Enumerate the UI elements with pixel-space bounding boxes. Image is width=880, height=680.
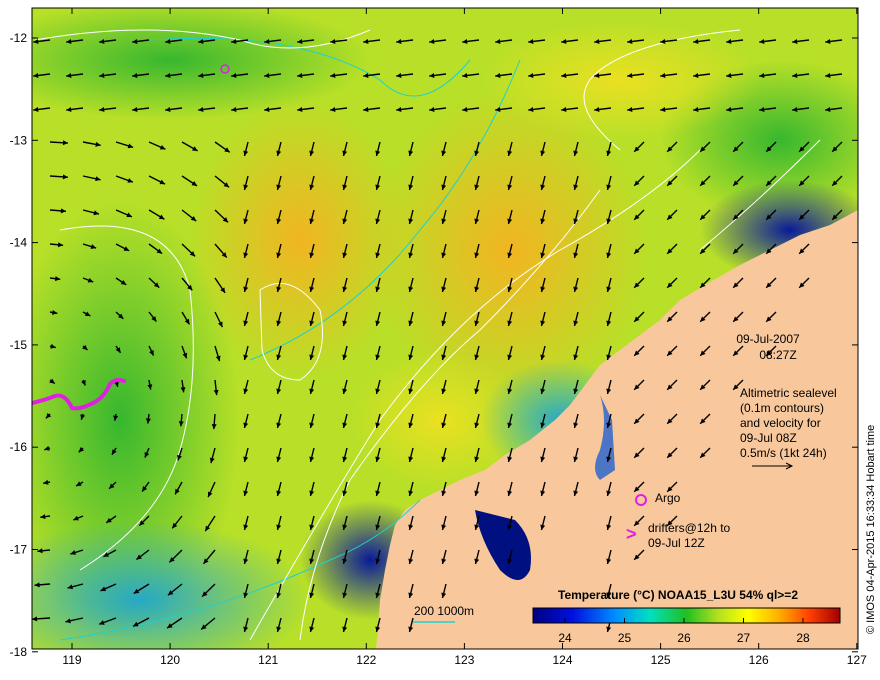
drifter-legend-line-1: drifters@12h to (648, 521, 731, 535)
colorbar-tick-label: 26 (677, 631, 691, 645)
argo-legend-label: Argo (655, 491, 681, 505)
drifter-legend-line-2: 09-Jul 12Z (648, 536, 705, 550)
sealevel-line-3: and velocity for (740, 416, 821, 430)
x-tick-label: 124 (552, 653, 572, 667)
y-tick-label: -15 (10, 338, 28, 352)
x-tick-label: 121 (258, 653, 278, 667)
colorbar-title: Temperature (°C) NOAA15_L3U 54% ql>=2 (558, 588, 798, 602)
x-tick-label: 125 (651, 653, 671, 667)
y-tick-label: -18 (10, 645, 28, 659)
colorbar-tick-label: 28 (796, 631, 810, 645)
sst-map: 119 120 121 122 123 124 125 126 127 -12 -13 -14 -15… (10, 7, 877, 667)
sealevel-line-2: (0.1m contours) (740, 401, 824, 415)
y-tick-label: -13 (10, 133, 28, 147)
y-tick-label: -12 (10, 31, 28, 45)
depth-scale-label: 200 1000m (414, 604, 474, 618)
x-tick-label: 127 (847, 653, 867, 667)
credit-text: © IMOS 04-Apr-2015 16:33:34 Hobart time (865, 425, 877, 634)
colorbar-tick-label: 25 (618, 631, 632, 645)
map-date: 09-Jul-2007 (736, 332, 800, 346)
x-tick-label: 126 (749, 653, 769, 667)
y-tick-label: -14 (10, 236, 28, 250)
sealevel-line-1: Altimetric sealevel (740, 386, 837, 400)
colorbar (532, 607, 841, 624)
drifter-legend-icon: > (626, 524, 637, 544)
sealevel-line-5: 0.5m/s (1kt 24h) (740, 446, 827, 460)
map-time: 08:27Z (759, 348, 796, 362)
x-tick-label: 119 (62, 653, 81, 667)
colorbar-tick-label: 27 (737, 631, 751, 645)
y-tick-label: -16 (10, 440, 28, 454)
x-tick-label: 120 (160, 653, 180, 667)
sealevel-line-4: 09-Jul 08Z (740, 431, 797, 445)
y-tick-label: -17 (10, 543, 28, 557)
colorbar-tick-label: 24 (558, 631, 572, 645)
x-tick-label: 123 (454, 653, 474, 667)
x-tick-label: 122 (356, 653, 376, 667)
